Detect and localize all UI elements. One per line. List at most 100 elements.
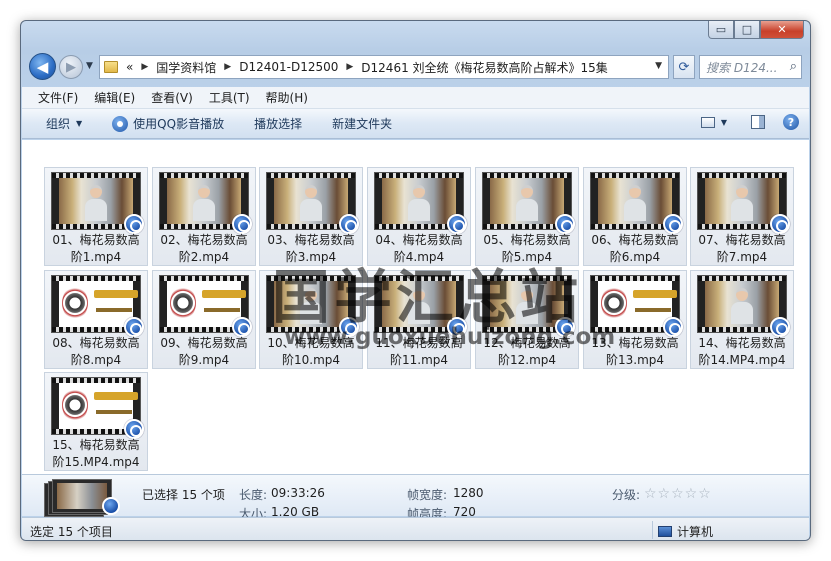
recent-pages-button[interactable]: ▼ [86, 61, 93, 71]
file-name-line: 阶13.mp4 [605, 353, 665, 367]
selected-count: 已选择 15 个项 [142, 488, 225, 502]
video-file-icon [102, 497, 120, 515]
file-name-line: 阶1.mp4 [70, 250, 122, 264]
qq-player-badge-icon [663, 317, 683, 337]
qq-player-icon [112, 115, 129, 132]
qq-player-badge-icon [124, 317, 144, 337]
file-item[interactable]: 13、梅花易数高 阶13.mp4 [583, 270, 687, 369]
search-input[interactable]: 搜索 D124... ⌕ [699, 55, 802, 79]
file-name-line: 阶9.mp4 [178, 353, 230, 367]
computer-icon [658, 526, 672, 537]
qq-player-badge-icon [124, 419, 144, 439]
address-bar[interactable]: « ▶ 国学资料馆 ▶ D12401-D12500 ▶ D12461 刘全统《梅… [99, 55, 669, 79]
rating-stars[interactable]: ☆☆☆☆☆ [644, 486, 712, 502]
file-name: 14、梅花易数高 阶14.MP4.mp4 [691, 335, 793, 369]
search-icon[interactable]: ⌕ [790, 59, 797, 74]
rating-label: 分级: [612, 488, 641, 502]
status-location: 计算机 [658, 523, 713, 540]
file-item[interactable]: 14、梅花易数高 阶14.MP4.mp4 [690, 270, 794, 369]
qq-player-badge-icon [663, 214, 683, 234]
file-name-line: 06、梅花易数高 [591, 233, 679, 247]
file-name-line: 阶14.MP4.mp4 [698, 353, 786, 367]
file-name-line: 阶15.MP4.mp4 [52, 455, 140, 469]
file-item[interactable]: 02、梅花易数高 阶2.mp4 [152, 167, 256, 266]
breadcrumb-separator-icon[interactable]: ▶ [141, 62, 148, 72]
status-bar: 选定 15 个项目 计算机 [22, 517, 809, 540]
explorer-window: ▭ □ ✕ ◀ ▶ ▼ « ▶ 国学资料馆 ▶ D12401-D12500 ▶ … [20, 20, 811, 541]
breadcrumb-item[interactable]: 国学资料馆 [156, 59, 216, 76]
file-item[interactable]: 07、梅花易数高 阶7.mp4 [690, 167, 794, 266]
qq-player-badge-icon [232, 317, 252, 337]
status-selection-text: 选定 15 个项目 [30, 525, 113, 539]
menu-tools[interactable]: 工具(T) [209, 89, 250, 106]
view-controls: ▼ ? [700, 114, 799, 130]
menu-bar: 文件(F) 编辑(E) 查看(V) 工具(T) 帮助(H) [22, 87, 809, 109]
breadcrumb-separator-icon[interactable]: ▶ [224, 62, 231, 72]
watermark-text: 国学汇总站 [272, 263, 583, 331]
breadcrumb-overflow[interactable]: « [126, 60, 133, 74]
preview-pane-icon[interactable] [751, 115, 765, 129]
qq-player-badge-icon [124, 214, 144, 234]
file-item[interactable]: 15、梅花易数高 阶15.MP4.mp4 [44, 372, 148, 471]
file-name: 09、梅花易数高 阶9.mp4 [153, 335, 255, 369]
maximize-button[interactable]: □ [734, 21, 760, 39]
menu-help[interactable]: 帮助(H) [266, 89, 308, 106]
file-name-line: 阶12.mp4 [497, 353, 557, 367]
file-name-line: 阶2.mp4 [178, 250, 230, 264]
breadcrumb-separator-icon[interactable]: ▶ [346, 62, 353, 72]
folder-icon [104, 61, 118, 73]
watermark-url: www.guoxuehuizong.com [284, 324, 616, 350]
play-with-qq-label: 使用QQ影音播放 [133, 117, 225, 131]
file-name-line: 07、梅花易数高 [698, 233, 786, 247]
caption-buttons: ▭ □ ✕ [708, 21, 804, 39]
qq-player-badge-icon [555, 214, 575, 234]
file-name-line: 阶8.mp4 [70, 353, 122, 367]
close-button[interactable]: ✕ [760, 21, 804, 39]
play-selection-button[interactable]: 播放选择 [254, 115, 302, 132]
file-name: 08、梅花易数高 阶8.mp4 [45, 335, 147, 369]
file-item[interactable]: 09、梅花易数高 阶9.mp4 [152, 270, 256, 369]
file-name: 06、梅花易数高 阶6.mp4 [584, 232, 686, 266]
refresh-icon: ⟳ [678, 59, 690, 75]
frame-width-value: 1280 [453, 486, 484, 500]
new-folder-button[interactable]: 新建文件夹 [332, 115, 392, 132]
play-with-qq-button[interactable]: 使用QQ影音播放 [112, 115, 224, 132]
length-value: 09:33:26 [271, 486, 325, 500]
minimize-icon: ▭ [715, 23, 727, 36]
file-list[interactable]: 01、梅花易数高 阶1.mp4 02、梅花易数高 阶2.mp4 03、梅花易数高 阶3.m… [22, 140, 809, 474]
chevron-down-icon: ▼ [76, 119, 83, 128]
status-location-label: 计算机 [677, 525, 714, 539]
forward-button[interactable]: ▶ [59, 55, 83, 79]
file-name-line: 02、梅花易数高 [160, 233, 248, 247]
new-folder-label: 新建文件夹 [332, 117, 393, 131]
frame-width-label: 帧宽度: [407, 488, 448, 502]
view-dropdown-icon[interactable]: ▼ [721, 118, 727, 127]
details-pane: 已选择 15 个项 长度: 09:33:26 大小: 1.20 GB 帧宽度: … [22, 474, 809, 521]
file-name-line: 阶7.mp4 [716, 250, 768, 264]
file-item[interactable]: 08、梅花易数高 阶8.mp4 [44, 270, 148, 369]
file-name-line: 09、梅花易数高 [160, 336, 248, 350]
file-item[interactable]: 06、梅花易数高 阶6.mp4 [583, 167, 687, 266]
refresh-button[interactable]: ⟳ [673, 55, 695, 79]
close-icon: ✕ [777, 23, 787, 36]
file-item[interactable]: 01、梅花易数高 阶1.mp4 [44, 167, 148, 266]
arrow-right-icon: ▶ [66, 59, 76, 75]
organize-label: 组织 [46, 117, 71, 131]
menu-view[interactable]: 查看(V) [151, 89, 193, 106]
file-name-line: 阶6.mp4 [609, 250, 661, 264]
minimize-button[interactable]: ▭ [708, 21, 734, 39]
organize-button[interactable]: 组织 ▼ [46, 115, 82, 132]
file-name-line: 05、梅花易数高 [483, 233, 571, 247]
status-divider [652, 521, 653, 539]
file-name-line: 08、梅花易数高 [52, 336, 140, 350]
menu-file[interactable]: 文件(F) [38, 89, 78, 106]
help-icon[interactable]: ? [783, 114, 799, 130]
qq-player-badge-icon [770, 317, 790, 337]
breadcrumb-item-current[interactable]: D12461 刘全统《梅花易数高阶占解术》15集 [361, 59, 608, 76]
menu-edit[interactable]: 编辑(E) [94, 89, 135, 106]
address-dropdown-icon[interactable]: ▼ [655, 61, 662, 71]
view-options-icon[interactable] [700, 116, 715, 128]
file-name-line: 04、梅花易数高 [375, 233, 463, 247]
breadcrumb-item[interactable]: D12401-D12500 [239, 60, 338, 74]
back-button[interactable]: ◀ [29, 53, 56, 80]
